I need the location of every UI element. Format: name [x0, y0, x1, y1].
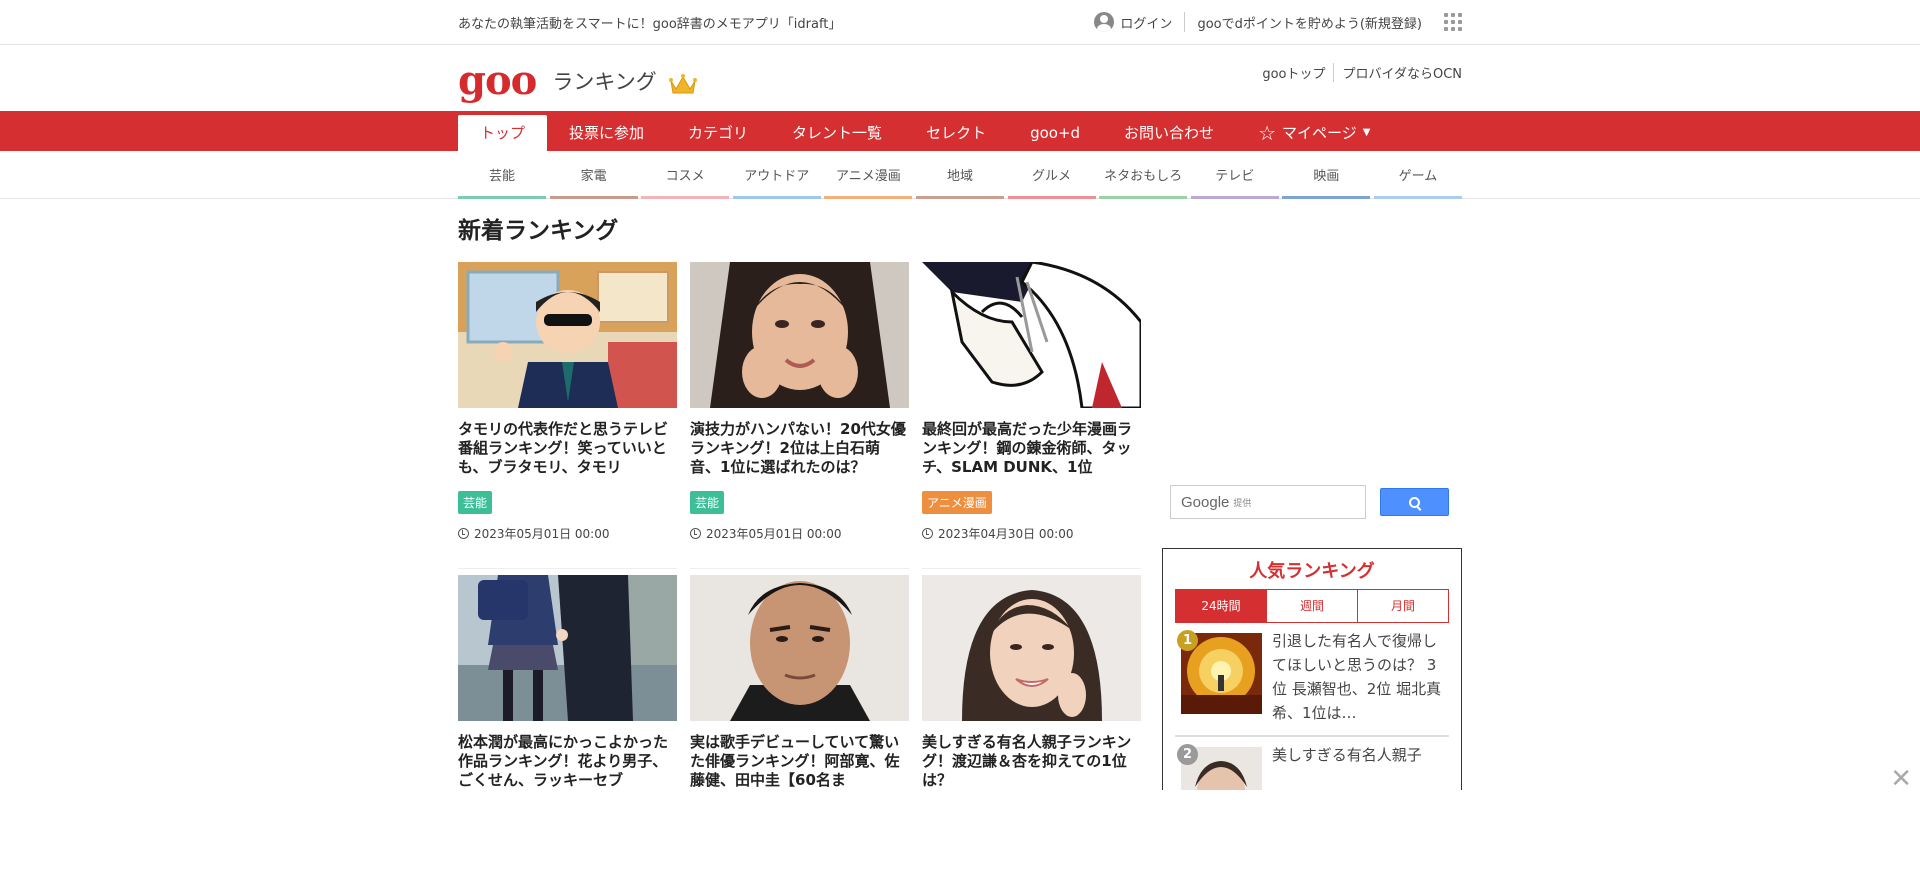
tab-monthly[interactable]: 月間	[1358, 590, 1448, 622]
nav-tab-label: お問い合わせ	[1124, 124, 1215, 142]
nav-tab-mypage[interactable]: ☆ マイページ ▼	[1236, 115, 1392, 151]
article-thumbnail[interactable]	[922, 262, 1141, 408]
rank-badge: 2	[1177, 744, 1198, 765]
article-card[interactable]: 最終回が最高だった少年漫画ランキング！鋼の錬金術師、タッチ、SLAM DUNK、…	[922, 262, 1141, 569]
nav-tab-talent[interactable]: タレント一覧	[770, 115, 904, 151]
article-thumbnail[interactable]	[458, 575, 677, 721]
article-title[interactable]: 実は歌手デビューしていて驚いた俳優ランキング！阿部寛、佐藤健、田中圭【60名ま	[690, 733, 909, 790]
main-nav: トップ 投票に参加 カテゴリ タレント一覧 セレクト goo+d お問い合わせ …	[0, 111, 1920, 151]
nav-tab-label: タレント一覧	[792, 124, 883, 142]
rank-badge: 1	[1177, 630, 1198, 651]
apps-grid-icon[interactable]	[1444, 13, 1462, 31]
article-date: 2023年05月01日 00:00	[690, 525, 909, 542]
nav-tab-top[interactable]: トップ	[458, 115, 548, 151]
article-date: 2023年05月01日 00:00	[458, 525, 677, 542]
category-nav: 芸能 家電 コスメ アウトドア アニメ漫画 地域 グルメ ネタおもしろ テレビ 映画 ゲーム	[0, 151, 1920, 199]
nav-tab-label: セレクト	[926, 124, 987, 142]
sidebar: Google 提供 人気ランキング 24時間 週間 月間 1 引退した有名人で復…	[1162, 199, 1462, 880]
nav-tab-goo-d[interactable]: goo+d	[1008, 115, 1102, 151]
category-item[interactable]: ネタおもしろ	[1099, 151, 1188, 199]
popular-item[interactable]: 1 引退した有名人で復帰してほしいと思うのは？ 3位 長瀬智也、2位 堀北真希、…	[1175, 623, 1449, 737]
goo-logo[interactable]: goo	[458, 61, 537, 101]
search-input[interactable]: Google 提供	[1170, 485, 1366, 519]
article-thumbnail[interactable]	[690, 262, 909, 408]
category-badge[interactable]: 芸能	[690, 491, 725, 514]
popular-ranking: 人気ランキング 24時間 週間 月間 1 引退した有名人で復帰してほしいと思うの…	[1162, 548, 1462, 808]
tab-weekly[interactable]: 週間	[1267, 590, 1358, 622]
google-search: Google 提供	[1170, 485, 1449, 519]
search-button[interactable]	[1380, 488, 1449, 516]
nav-tab-label: 投票に参加	[569, 124, 645, 142]
popular-item-text[interactable]: 引退した有名人で復帰してほしいと思うのは？ 3位 長瀬智也、2位 堀北真希、1位…	[1272, 629, 1449, 725]
crown-icon	[668, 74, 697, 94]
article-title[interactable]: 松本潤が最高にかっこよかった作品ランキング！花より男子、ごくせん、ラッキーセブ	[458, 733, 677, 790]
article-date: 2023年04月30日 00:00	[922, 525, 1141, 542]
article-thumbnail[interactable]	[690, 575, 909, 721]
promo-link[interactable]: あなたの執筆活動をスマートに！goo辞書のメモアプリ「idraft」	[458, 13, 841, 32]
date-text: 2023年05月01日 00:00	[474, 527, 610, 541]
google-label: Google	[1181, 493, 1230, 511]
caret-down-icon: ▼	[1362, 127, 1371, 138]
date-text: 2023年05月01日 00:00	[706, 527, 842, 541]
date-text: 2023年04月30日 00:00	[938, 527, 1074, 541]
login-label: ログイン	[1120, 16, 1173, 32]
category-item[interactable]: 地域	[915, 151, 1004, 199]
article-card[interactable]: タモリの代表作だと思うテレビ番組ランキング！笑っていいとも、ブラタモリ、タモリ …	[458, 262, 677, 569]
nav-tab-label: マイページ	[1282, 124, 1357, 142]
search-icon	[1409, 496, 1420, 508]
popular-title: 人気ランキング	[1249, 561, 1375, 582]
article-thumbnail[interactable]	[458, 262, 677, 408]
nav-tab-vote[interactable]: 投票に参加	[547, 115, 666, 151]
category-item[interactable]: グルメ	[1007, 151, 1096, 199]
login-link[interactable]: ログイン	[1094, 12, 1186, 32]
article-thumbnail[interactable]	[922, 575, 1141, 721]
user-icon	[1094, 12, 1115, 32]
category-item[interactable]: 家電	[549, 151, 638, 199]
dpoint-signup-link[interactable]: gooでdポイントを貯めよう(新規登録)	[1185, 13, 1422, 32]
bottom-blank-area	[0, 790, 1920, 880]
nav-tab-label: カテゴリ	[688, 124, 749, 142]
nav-tab-contact[interactable]: お問い合わせ	[1102, 115, 1236, 151]
category-item[interactable]: アニメ漫画	[824, 151, 913, 199]
category-item[interactable]: アウトドア	[732, 151, 821, 199]
ocn-link[interactable]: プロバイダならOCN	[1334, 63, 1462, 82]
section-title: 新着ランキング	[458, 218, 619, 244]
category-badge[interactable]: 芸能	[458, 491, 493, 514]
site-header: goo ランキング gooトップ プロバイダならOCN	[0, 45, 1920, 111]
category-item[interactable]: コスメ	[641, 151, 730, 199]
nav-tab-label: goo+d	[1030, 124, 1081, 142]
main-content: 新着ランキング タモリの代表作だと思うテレビ番組ランキング！笑っていいとも、ブラ…	[458, 199, 1142, 880]
article-card[interactable]: 演技力がハンパない！20代女優ランキング！2位は上白石萌音、1位に選ばれたのは？…	[690, 262, 909, 569]
top-bar: あなたの執筆活動をスマートに！goo辞書のメモアプリ「idraft」 ログイン …	[0, 0, 1920, 45]
article-title[interactable]: 演技力がハンパない！20代女優ランキング！2位は上白石萌音、1位に選ばれたのは？	[690, 420, 909, 477]
star-icon: ☆	[1258, 121, 1276, 145]
category-item[interactable]: 映画	[1282, 151, 1371, 199]
article-title[interactable]: タモリの代表作だと思うテレビ番組ランキング！笑っていいとも、ブラタモリ、タモリ	[458, 420, 677, 477]
clock-icon	[690, 528, 701, 539]
tab-24h[interactable]: 24時間	[1176, 590, 1267, 622]
category-item[interactable]: テレビ	[1190, 151, 1279, 199]
nav-tab-category[interactable]: カテゴリ	[666, 115, 770, 151]
nav-tab-select[interactable]: セレクト	[904, 115, 1008, 151]
popular-tabs: 24時間 週間 月間	[1175, 589, 1449, 623]
clock-icon	[458, 528, 469, 539]
goo-top-link[interactable]: gooトップ	[1262, 63, 1335, 82]
category-item[interactable]: 芸能	[458, 151, 546, 199]
clock-icon	[922, 528, 933, 539]
nav-tab-label: トップ	[480, 124, 526, 142]
category-item[interactable]: ゲーム	[1373, 151, 1462, 199]
close-icon[interactable]: ✕	[1890, 766, 1912, 792]
article-title[interactable]: 最終回が最高だった少年漫画ランキング！鋼の錬金術師、タッチ、SLAM DUNK、…	[922, 420, 1141, 477]
article-title[interactable]: 美しすぎる有名人親子ランキング！渡辺謙＆杏を抑えての1位は？	[922, 733, 1141, 790]
category-badge[interactable]: アニメ漫画	[922, 491, 992, 514]
brand[interactable]: goo ランキング	[458, 61, 697, 101]
site-name[interactable]: ランキング	[552, 66, 656, 96]
provided-label: 提供	[1233, 497, 1252, 508]
